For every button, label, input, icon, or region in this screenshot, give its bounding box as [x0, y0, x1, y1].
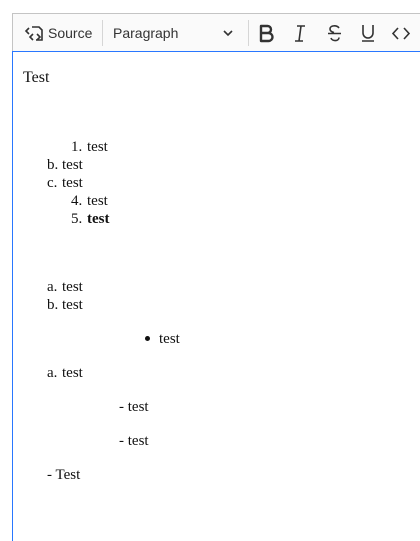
list-marker: 4.	[71, 193, 83, 209]
list-marker: 1.	[71, 139, 83, 155]
dash-item-final: - Test	[47, 467, 81, 483]
heading-text: Test	[23, 69, 50, 86]
bullet-marker	[145, 336, 150, 341]
list-item: test	[62, 279, 83, 295]
toolbar-separator	[102, 20, 103, 46]
source-button[interactable]: Source	[19, 14, 102, 53]
underline-icon	[362, 25, 374, 42]
list-item: test	[87, 139, 108, 155]
list-marker: b.	[47, 157, 59, 173]
code-icon	[391, 27, 411, 40]
list-item: test	[62, 297, 83, 313]
strikethrough-icon	[328, 25, 341, 42]
list-marker: 5.	[71, 211, 83, 227]
list-marker: a.	[47, 279, 58, 295]
list-item: test	[62, 175, 83, 191]
toolbar-separator	[248, 20, 249, 46]
bold-icon	[259, 24, 274, 43]
italic-button[interactable]	[285, 14, 315, 53]
strikethrough-button[interactable]	[319, 14, 349, 53]
editor-toolbar: Source Paragraph	[12, 13, 420, 52]
underline-button[interactable]	[353, 14, 383, 53]
list-marker: c.	[47, 175, 58, 191]
bold-button[interactable]	[252, 14, 282, 53]
source-label: Source	[48, 25, 93, 41]
list-item: test	[62, 157, 83, 173]
paragraph-dropdown[interactable]: Paragraph	[105, 14, 245, 53]
paragraph-label: Paragraph	[113, 25, 179, 41]
list-marker: a.	[47, 365, 58, 381]
bullet-item: test	[159, 331, 180, 347]
list-item: test	[62, 365, 83, 381]
source-icon	[24, 26, 43, 41]
list-marker: b.	[47, 297, 59, 313]
dash-item: - test	[119, 399, 149, 415]
dash-item: - test	[119, 433, 149, 449]
list-item-bold: test	[87, 211, 110, 227]
italic-icon	[295, 25, 305, 42]
list-item: test	[87, 193, 108, 209]
code-button[interactable]	[386, 14, 416, 53]
chevron-down-icon	[223, 30, 233, 37]
editor-content-area[interactable]: Test 1. test b. test c. test 4. test 5. …	[12, 51, 420, 541]
